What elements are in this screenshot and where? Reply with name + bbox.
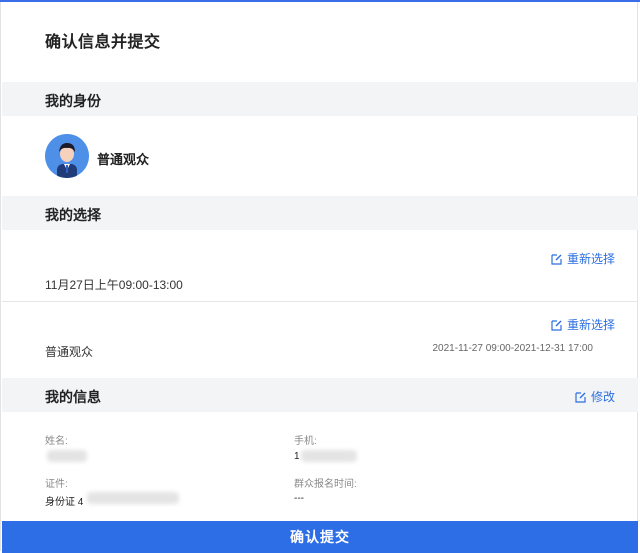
edit-icon [551, 253, 562, 265]
edit-info-button[interactable]: 修改 [575, 388, 615, 405]
name-field-label: 姓名: [45, 436, 68, 447]
id-field-label: 证件: [45, 479, 68, 490]
page-title: 确认信息并提交 [45, 34, 161, 51]
reselect-label: 重新选择 [566, 252, 615, 266]
choice-time-text: 11月27日上午09:00-13:00 [45, 278, 183, 292]
phone-field-value: 1 [294, 451, 300, 462]
user-avatar-icon [45, 134, 89, 178]
choice-ticket-text: 普通观众 [45, 345, 94, 359]
avatar [45, 134, 89, 178]
identity-label: 普通观众 [97, 152, 150, 167]
info-heading: 我的信息 [45, 389, 101, 405]
choice-section-header: 我的选择 [2, 196, 638, 230]
identity-section-header: 我的身份 [2, 82, 638, 116]
divider [2, 301, 638, 302]
choice-ticket-period: 2021-11-27 09:00-2021-12-31 17:00 [432, 343, 594, 354]
edit-icon [551, 319, 562, 331]
redacted-name [47, 450, 87, 462]
id-field-value: 身份证 4 [45, 497, 84, 508]
reselect-button-time[interactable]: 重新选择 [551, 250, 615, 267]
redacted-id [87, 492, 179, 504]
signup-time-label: 群众报名时间: [294, 479, 357, 490]
submit-button[interactable]: 确认提交 [2, 521, 638, 553]
info-section-header: 我的信息 [2, 378, 638, 412]
page-frame: 确认信息并提交 我的身份 普通观众 我的选择 重新选择 11月27日上午09:0… [0, 2, 638, 553]
identity-heading: 我的身份 [45, 93, 101, 109]
choice-heading: 我的选择 [45, 207, 101, 223]
edit-label: 修改 [590, 390, 615, 404]
phone-field-label: 手机: [294, 436, 317, 447]
edit-icon [575, 391, 586, 403]
reselect-label: 重新选择 [566, 318, 615, 332]
reselect-button-ticket[interactable]: 重新选择 [551, 316, 615, 333]
redacted-phone [301, 450, 357, 462]
signup-time-value: --- [294, 493, 304, 504]
